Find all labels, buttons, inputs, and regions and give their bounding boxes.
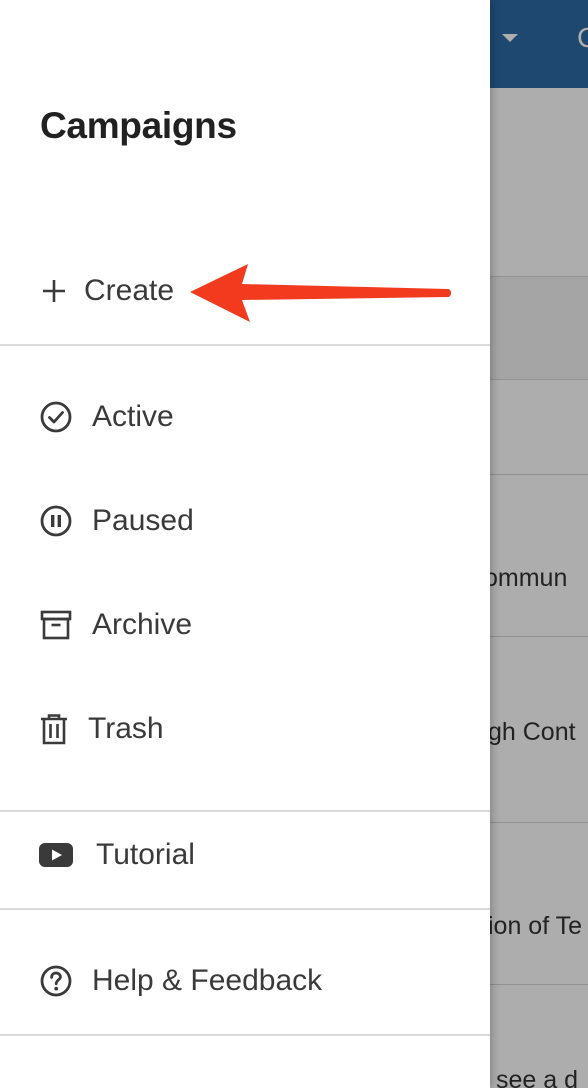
sidebar-item-archive[interactable]: Archive: [0, 590, 490, 660]
help-circle-icon: [38, 963, 74, 999]
divider: [0, 908, 490, 910]
help-feedback-link[interactable]: Help & Feedback: [0, 946, 490, 1016]
divider: [0, 344, 490, 346]
annotation-arrow-icon: [190, 264, 451, 322]
sidebar-item-active[interactable]: Active: [0, 382, 490, 452]
tutorial-label: Tutorial: [96, 838, 195, 871]
archive-box-icon: [38, 607, 74, 643]
create-label: Create: [84, 274, 175, 307]
sidebar-item-label: Active: [92, 400, 174, 433]
plus-icon: [36, 273, 72, 309]
pause-circle-icon: [38, 503, 74, 539]
divider: [0, 1034, 490, 1036]
navigation-drawer: Campaigns Create Active Paused Archive T…: [0, 0, 490, 1088]
youtube-play-icon: [38, 837, 74, 873]
sidebar-item-label: Archive: [92, 608, 193, 641]
check-circle-icon: [38, 399, 74, 435]
divider: [0, 810, 490, 812]
sidebar-item-label: Trash: [88, 712, 164, 745]
help-feedback-label: Help & Feedback: [92, 964, 323, 997]
sidebar-item-label: Paused: [92, 504, 194, 537]
trash-icon: [36, 711, 72, 747]
sidebar-item-paused[interactable]: Paused: [0, 486, 490, 556]
sidebar-item-trash[interactable]: Trash: [0, 694, 490, 764]
tutorial-link[interactable]: Tutorial: [0, 820, 490, 890]
drawer-title: Campaigns: [40, 105, 237, 146]
